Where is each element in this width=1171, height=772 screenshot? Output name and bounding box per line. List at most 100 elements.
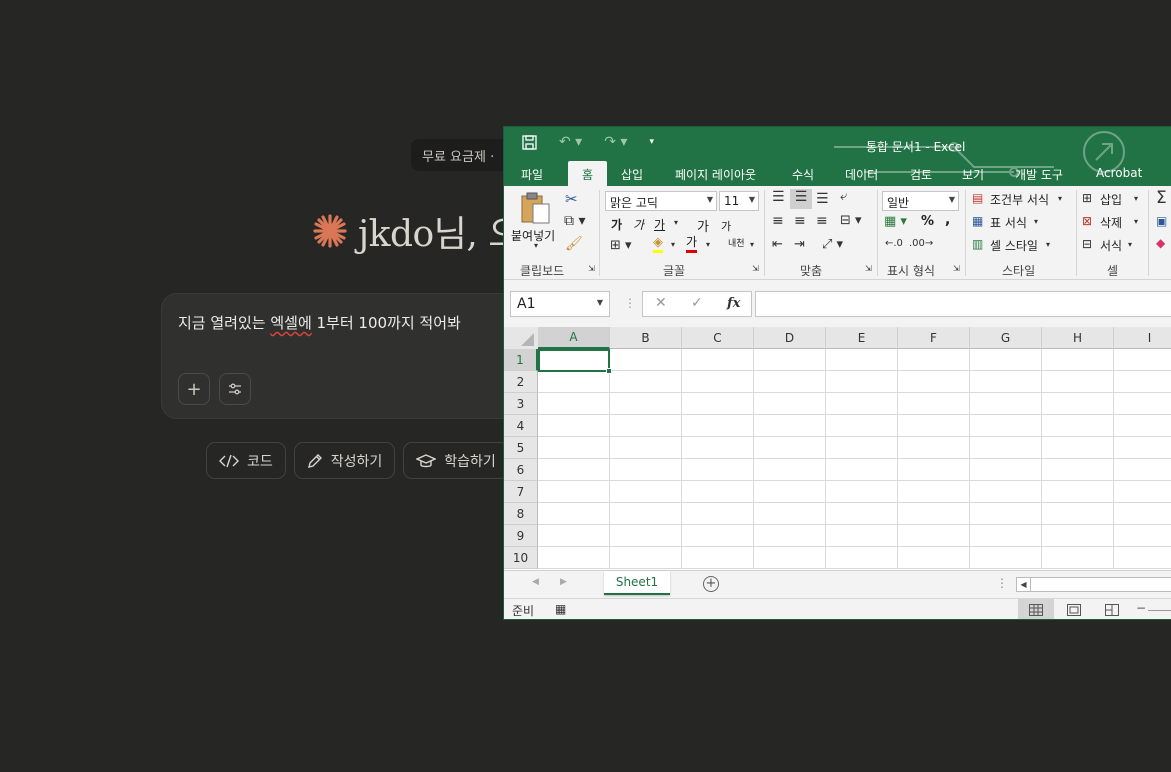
format-as-table-button[interactable]: 표 서식: [990, 214, 1027, 231]
cell-a8[interactable]: [538, 503, 610, 525]
insert-cells-icon[interactable]: ⊞: [1082, 191, 1092, 205]
cell-i9[interactable]: [1114, 525, 1171, 547]
fill-icon[interactable]: ▣: [1156, 214, 1167, 228]
phonetic-guide-button[interactable]: 내천: [728, 236, 745, 249]
underline-dropdown-icon[interactable]: ▾: [674, 218, 678, 227]
chip-learn[interactable]: 학습하기: [403, 442, 509, 479]
cell-f10[interactable]: [898, 547, 970, 569]
tools-button[interactable]: [219, 373, 251, 405]
cell-g10[interactable]: [970, 547, 1042, 569]
delete-cells-button[interactable]: 삭제: [1100, 214, 1122, 231]
cell-g1[interactable]: [970, 349, 1042, 371]
percent-style-button[interactable]: %: [921, 214, 934, 229]
cell-b8[interactable]: [610, 503, 682, 525]
conditional-formatting-button[interactable]: 조건부 서식: [990, 191, 1049, 208]
scroll-left-icon[interactable]: ◀: [532, 577, 539, 587]
accounting-format-icon[interactable]: ▦ ▾: [884, 214, 907, 229]
phonetic-dropdown-icon[interactable]: ▾: [750, 240, 754, 249]
cell-e6[interactable]: [826, 459, 898, 481]
tab-split-grip-icon[interactable]: ⋮: [996, 576, 1008, 590]
cell-b2[interactable]: [610, 371, 682, 393]
dialog-launcher-icon[interactable]: ⇲: [752, 264, 759, 273]
cell-i4[interactable]: [1114, 415, 1171, 437]
format-painter-icon[interactable]: 🖌: [565, 236, 583, 252]
formula-input[interactable]: [755, 291, 1171, 317]
active-cell-a1[interactable]: [538, 349, 612, 374]
cell-f6[interactable]: [898, 459, 970, 481]
horizontal-scrollbar[interactable]: ◀: [1016, 577, 1171, 592]
cell-a9[interactable]: [538, 525, 610, 547]
cell-e3[interactable]: [826, 393, 898, 415]
column-header-g[interactable]: G: [970, 327, 1042, 349]
chip-code[interactable]: 코드: [206, 442, 286, 479]
tab-page-layout[interactable]: 페이지 레이아웃: [675, 161, 756, 186]
tab-acrobat[interactable]: Acrobat: [1096, 161, 1142, 186]
tab-home[interactable]: 홈: [568, 161, 607, 186]
chip-write[interactable]: 작성하기: [293, 442, 396, 479]
redo-icon[interactable]: ↷ ▾: [604, 134, 627, 150]
font-name-select[interactable]: 맑은 고딕 ▼: [605, 191, 717, 211]
select-all-icon[interactable]: [504, 327, 538, 349]
cell-f1[interactable]: [898, 349, 970, 371]
format-as-table-icon[interactable]: ▦: [972, 214, 983, 228]
italic-button[interactable]: 가: [633, 216, 644, 233]
cell-d8[interactable]: [754, 503, 826, 525]
delete-cells-icon[interactable]: ⊠: [1082, 214, 1092, 228]
align-left-icon[interactable]: ≡: [772, 213, 784, 229]
cell-f5[interactable]: [898, 437, 970, 459]
chevron-down-icon[interactable]: ▾: [1034, 217, 1038, 226]
fill-color-dropdown-icon[interactable]: ▾: [671, 240, 675, 249]
column-header-a[interactable]: A: [538, 327, 610, 349]
cell-a7[interactable]: [538, 481, 610, 503]
cell-g6[interactable]: [970, 459, 1042, 481]
cell-g4[interactable]: [970, 415, 1042, 437]
undo-icon[interactable]: ↶ ▾: [559, 134, 582, 150]
cell-d2[interactable]: [754, 371, 826, 393]
new-sheet-button[interactable]: +: [703, 576, 719, 592]
cell-i2[interactable]: [1114, 371, 1171, 393]
column-header-f[interactable]: F: [898, 327, 970, 349]
cell-a6[interactable]: [538, 459, 610, 481]
cell-c9[interactable]: [682, 525, 754, 547]
chevron-down-icon[interactable]: ▾: [1128, 240, 1132, 249]
cell-i10[interactable]: [1114, 547, 1171, 569]
cell-f9[interactable]: [898, 525, 970, 547]
cell-f4[interactable]: [898, 415, 970, 437]
prompt-input[interactable]: 지금 열려있는 엑셀에 1부터 100까지 적어봐 +: [161, 293, 541, 419]
autosum-icon[interactable]: Σ: [1156, 188, 1167, 208]
bold-button[interactable]: 가: [611, 216, 622, 233]
underline-button[interactable]: 가: [654, 216, 665, 233]
cell-f3[interactable]: [898, 393, 970, 415]
cell-b5[interactable]: [610, 437, 682, 459]
column-header-d[interactable]: D: [754, 327, 826, 349]
cell-h5[interactable]: [1042, 437, 1114, 459]
comma-style-button[interactable]: ,: [945, 212, 950, 228]
cell-c10[interactable]: [682, 547, 754, 569]
tab-formulas[interactable]: 수식: [792, 161, 814, 186]
grow-font-button[interactable]: 가: [697, 216, 709, 235]
cell-h3[interactable]: [1042, 393, 1114, 415]
cell-c3[interactable]: [682, 393, 754, 415]
macro-record-icon[interactable]: ▦: [555, 602, 566, 616]
cell-f2[interactable]: [898, 371, 970, 393]
cut-icon[interactable]: ✂: [565, 190, 578, 208]
cell-b7[interactable]: [610, 481, 682, 503]
cell-e4[interactable]: [826, 415, 898, 437]
paste-icon[interactable]: [520, 191, 552, 225]
chevron-down-icon[interactable]: ▾: [1046, 240, 1050, 249]
tab-insert[interactable]: 삽입: [621, 161, 643, 186]
wrap-text-icon[interactable]: ⤶: [840, 189, 847, 204]
tab-file[interactable]: 파일: [521, 161, 543, 186]
format-cells-button[interactable]: 서식: [1100, 237, 1122, 254]
align-right-icon[interactable]: ≡: [816, 213, 828, 229]
cell-b10[interactable]: [610, 547, 682, 569]
cell-b4[interactable]: [610, 415, 682, 437]
cell-styles-button[interactable]: 셀 스타일: [990, 237, 1038, 254]
cancel-entry-icon[interactable]: ✕: [655, 295, 667, 311]
customize-qat-icon[interactable]: ▾: [649, 137, 654, 147]
chevron-down-icon[interactable]: ▾: [1134, 217, 1138, 226]
cell-g9[interactable]: [970, 525, 1042, 547]
zoom-slider[interactable]: [1148, 610, 1171, 611]
cell-a4[interactable]: [538, 415, 610, 437]
clear-icon[interactable]: ◆: [1156, 236, 1165, 250]
